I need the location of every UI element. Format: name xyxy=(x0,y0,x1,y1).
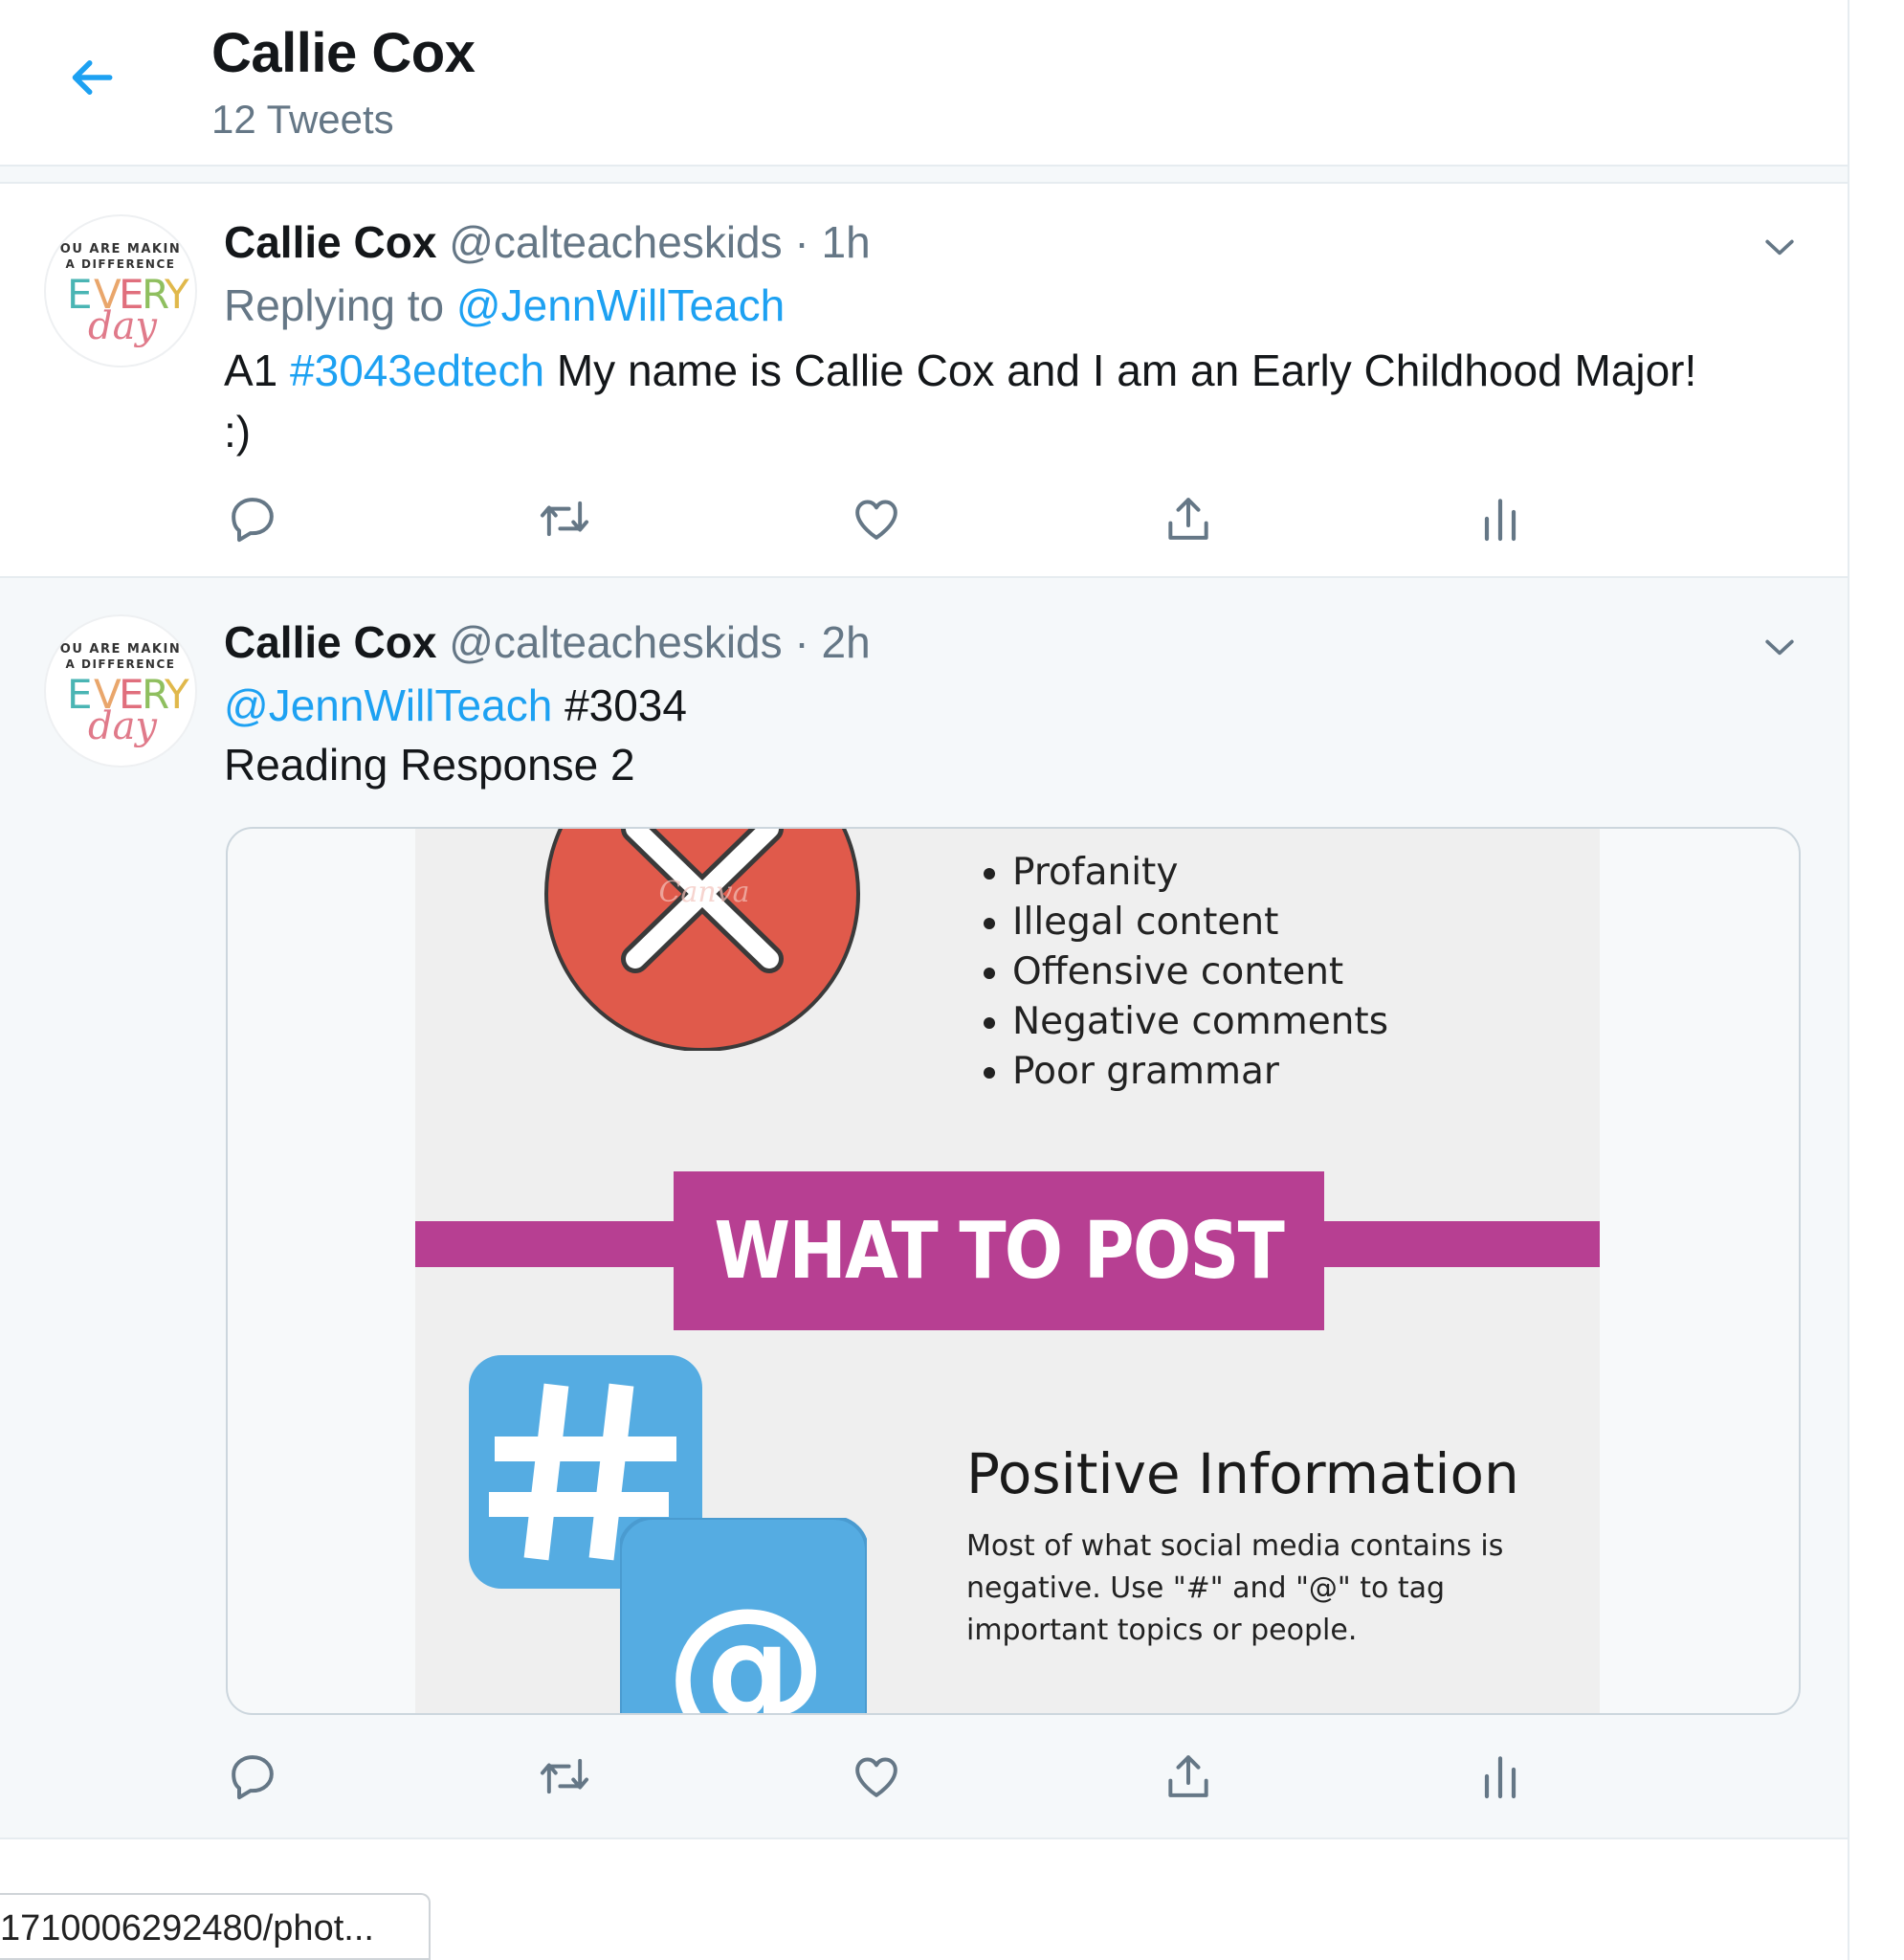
page-title: Callie Cox xyxy=(211,22,476,84)
retweet-icon xyxy=(540,1758,589,1794)
tweet-text: A1 #3043edtech My name is Callie Cox and… xyxy=(224,341,1696,400)
tweet-media-card[interactable]: Canva Profanity Illegal content Offensiv… xyxy=(226,827,1801,1715)
tweet-time[interactable]: 1h xyxy=(822,217,871,267)
reply-button[interactable] xyxy=(224,1748,281,1805)
url-status-bar: 1710006292480/phot... xyxy=(0,1893,431,1960)
dont-post-list: Profanity Illegal content Offensive cont… xyxy=(970,848,1388,1097)
reply-button[interactable] xyxy=(224,490,281,547)
reply-icon xyxy=(232,1755,274,1800)
heart-icon xyxy=(855,1757,897,1797)
section-subtitle: Positive Information xyxy=(966,1441,1519,1506)
svg-text:Canva: Canva xyxy=(659,876,750,909)
share-icon xyxy=(1168,1755,1208,1797)
section-heading-box: WHAT TO POST xyxy=(674,1171,1324,1330)
avatar-logo: OU ARE MAKIN A DIFFERENCE E V E R Y day xyxy=(60,242,189,348)
back-button[interactable] xyxy=(57,43,126,112)
like-button[interactable] xyxy=(848,1748,905,1805)
author-handle[interactable]: @calteacheskids xyxy=(449,617,782,667)
timeline-column: Callie Cox 12 Tweets OU ARE MAKIN A DIFF… xyxy=(0,0,1849,1960)
profile-header: Callie Cox 12 Tweets xyxy=(0,0,1848,167)
svg-text:A DIFFERENCE: A DIFFERENCE xyxy=(66,657,176,671)
analytics-icon xyxy=(1484,1756,1517,1799)
share-icon xyxy=(1168,498,1208,540)
meta-separator: · xyxy=(794,217,809,267)
svg-text:A DIFFERENCE: A DIFFERENCE xyxy=(66,257,176,271)
tweet-actions xyxy=(224,1748,1563,1805)
forbidden-x-icon: Canva xyxy=(544,829,860,1051)
replying-to: Replying to @JennWillTeach xyxy=(224,276,785,335)
tweet-text: @JennWillTeach #3034 xyxy=(224,676,687,735)
mention-link[interactable]: @JennWillTeach xyxy=(224,680,552,730)
section-heading: WHAT TO POST xyxy=(714,1205,1285,1297)
tweet-header: Callie Cox @calteacheskids · 1h xyxy=(224,212,871,272)
retweet-button[interactable] xyxy=(536,1748,593,1805)
svg-text:OU ARE MAKIN: OU ARE MAKIN xyxy=(60,642,181,657)
meta-separator: · xyxy=(794,617,809,667)
author-name[interactable]: Callie Cox xyxy=(224,617,436,667)
heart-icon xyxy=(855,500,897,540)
avatar-logo: OU ARE MAKIN A DIFFERENCE E V E R Y day xyxy=(60,642,189,748)
at-sign-icon: @ xyxy=(620,1518,867,1713)
list-item: Illegal content xyxy=(1012,898,1388,947)
tweet[interactable]: OU ARE MAKIN A DIFFERENCE E V E R Y day … xyxy=(0,184,1848,578)
replying-label: Replying to xyxy=(224,280,445,330)
list-item: Negative comments xyxy=(1012,997,1388,1047)
share-button[interactable] xyxy=(1160,1748,1217,1805)
svg-text:@: @ xyxy=(665,1573,828,1713)
tweet-menu-button[interactable] xyxy=(1757,224,1803,270)
svg-text:OU ARE MAKIN: OU ARE MAKIN xyxy=(60,242,181,256)
hashtag-link[interactable]: #3043edtech xyxy=(290,345,544,395)
header-divider xyxy=(0,167,1848,184)
reply-icon xyxy=(232,498,274,543)
chevron-down-icon xyxy=(1765,239,1794,256)
avatar[interactable]: OU ARE MAKIN A DIFFERENCE E V E R Y day xyxy=(44,214,197,368)
infographic-image: Canva Profanity Illegal content Offensiv… xyxy=(415,829,1600,1713)
author-name[interactable]: Callie Cox xyxy=(224,217,436,267)
retweet-icon xyxy=(540,501,589,537)
list-item: Poor grammar xyxy=(1012,1047,1388,1097)
like-button[interactable] xyxy=(848,490,905,547)
tweet-text-main: My name is Callie Cox and I am an Early … xyxy=(556,345,1697,395)
list-item: Profanity xyxy=(1012,848,1388,898)
tweet-time[interactable]: 2h xyxy=(822,617,871,667)
tweet-text-continued: :) xyxy=(224,407,252,457)
tweet-actions xyxy=(224,490,1563,547)
tweet-text-line2: Reading Response 2 xyxy=(224,740,635,790)
author-handle[interactable]: @calteacheskids xyxy=(449,217,782,267)
analytics-button[interactable] xyxy=(1472,1748,1529,1805)
svg-text:Y: Y xyxy=(164,271,189,318)
tweet[interactable]: OU ARE MAKIN A DIFFERENCE E V E R Y day … xyxy=(0,578,1848,1839)
chevron-down-icon xyxy=(1765,639,1794,656)
svg-text:day: day xyxy=(88,304,158,348)
share-button[interactable] xyxy=(1160,490,1217,547)
mention-link[interactable]: @JennWillTeach xyxy=(456,280,785,330)
svg-text:Y: Y xyxy=(164,671,189,718)
tweet-menu-button[interactable] xyxy=(1757,624,1803,670)
tweet-text-prefix: A1 xyxy=(224,345,278,395)
list-item: Offensive content xyxy=(1012,947,1388,997)
arrow-left-icon xyxy=(72,60,113,95)
retweet-button[interactable] xyxy=(536,490,593,547)
analytics-icon xyxy=(1484,499,1517,542)
avatar[interactable]: OU ARE MAKIN A DIFFERENCE E V E R Y day xyxy=(44,614,197,768)
tweet-count: 12 Tweets xyxy=(211,97,394,142)
analytics-button[interactable] xyxy=(1472,490,1529,547)
section-body: Most of what social media contains is ne… xyxy=(966,1529,1504,1647)
tweet-header: Callie Cox @calteacheskids · 2h xyxy=(224,612,871,672)
status-url: 1710006292480/phot... xyxy=(0,1908,374,1949)
svg-text:day: day xyxy=(88,704,158,748)
tweet-tag-text: #3034 xyxy=(565,680,687,730)
